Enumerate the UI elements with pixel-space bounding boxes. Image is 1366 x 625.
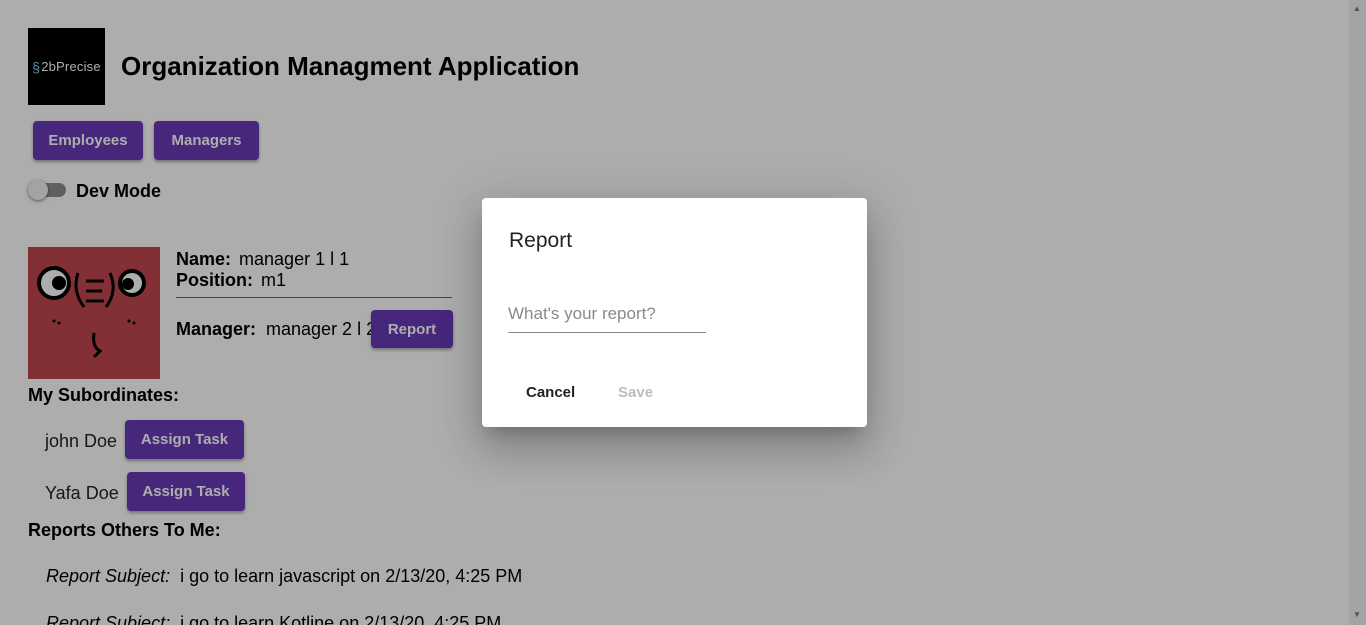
save-button[interactable]: Save xyxy=(610,374,661,410)
report-input[interactable] xyxy=(508,300,706,333)
report-dialog: Report Cancel Save xyxy=(482,198,867,427)
cancel-button[interactable]: Cancel xyxy=(518,374,583,410)
dialog-title: Report xyxy=(509,229,573,252)
